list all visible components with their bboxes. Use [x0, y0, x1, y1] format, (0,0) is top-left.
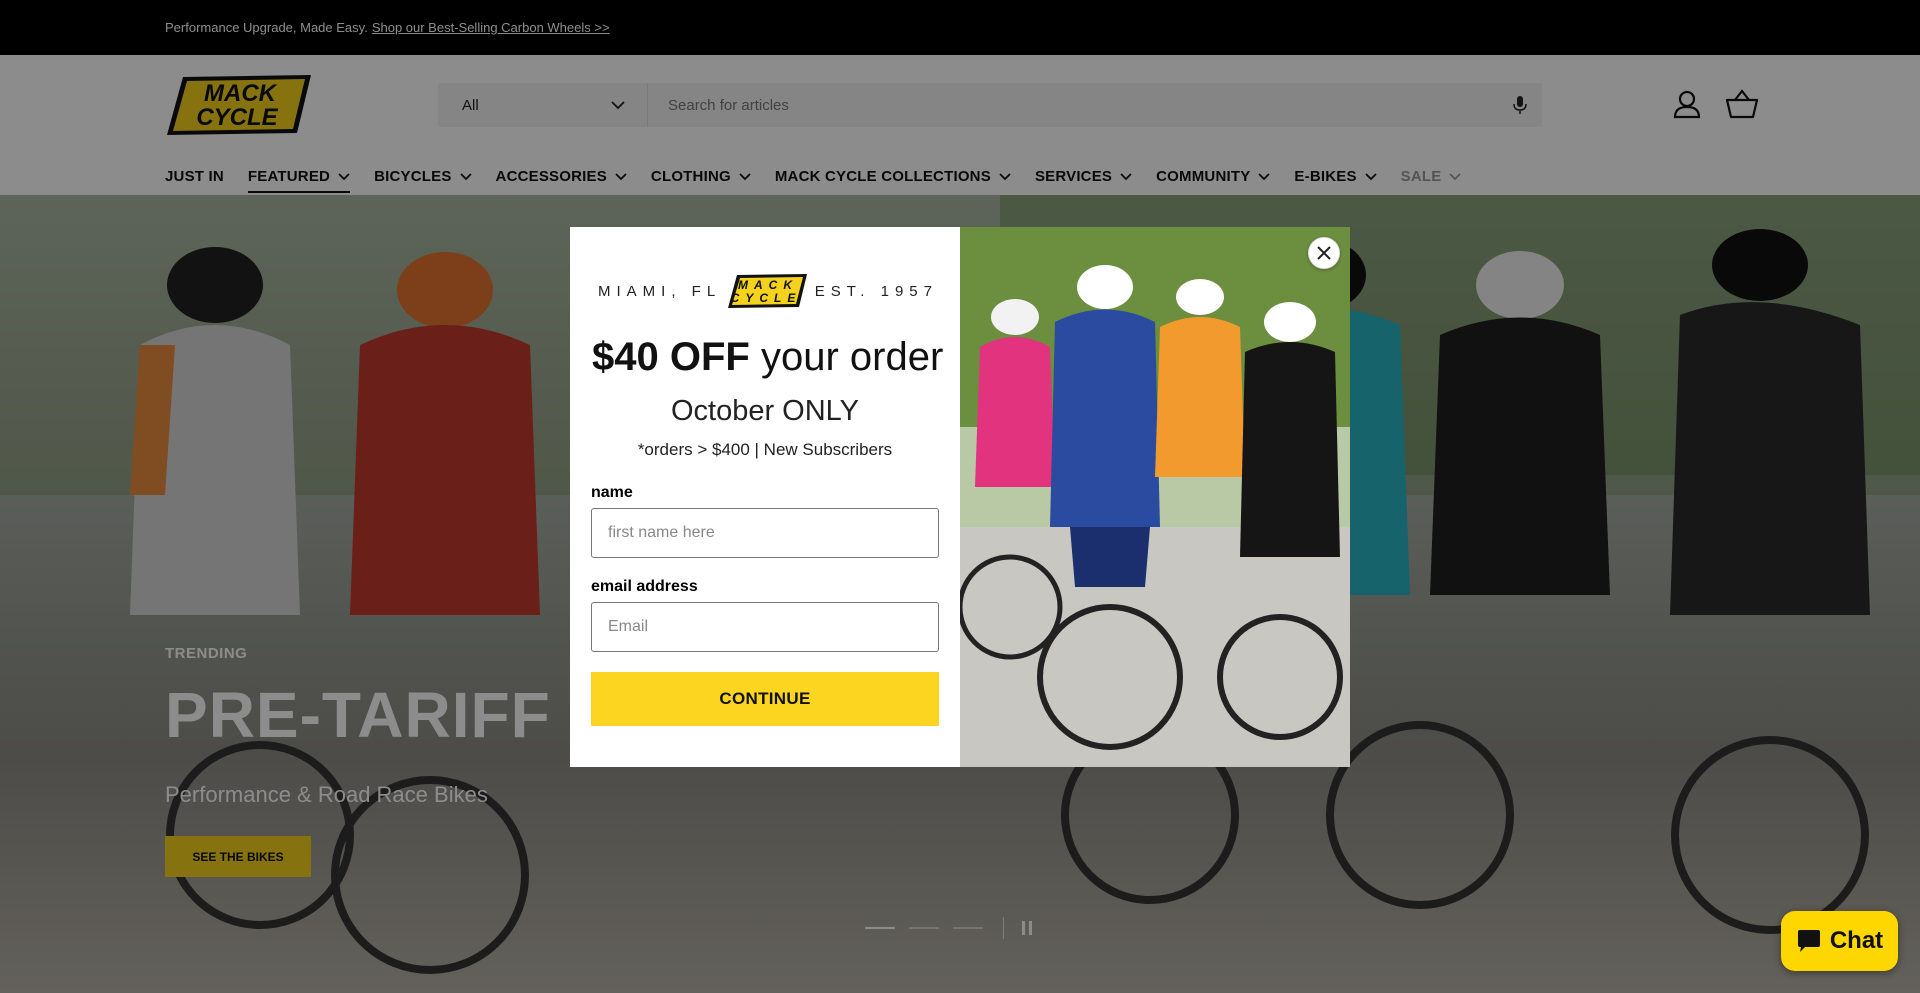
name-field[interactable] [591, 508, 939, 558]
brand-location: MIAMI, FL [598, 282, 722, 300]
chat-label: Chat [1829, 927, 1884, 954]
offer-terms: *orders > $400 | New Subscribers [637, 440, 893, 459]
modal-photo [960, 227, 1350, 767]
email-label: email address [591, 578, 698, 595]
close-modal-button[interactable] [1308, 237, 1340, 269]
close-icon [1317, 246, 1331, 260]
svg-text:CYCLE: CYCLE [731, 291, 802, 305]
modal-brand-line: MIAMI, FL MACK CYCLE EST. 1957 [598, 273, 938, 309]
offer-month: October ONLY [670, 395, 860, 427]
svg-text:MACK: MACK [738, 278, 798, 292]
signup-modal: MIAMI, FL MACK CYCLE EST. 1957 $40 OFF y… [570, 227, 1350, 767]
offer-text: your order [749, 335, 944, 379]
continue-button[interactable]: CONTINUE [591, 672, 939, 726]
chat-button[interactable]: Chat [1781, 911, 1898, 971]
offer-headline: $40 OFF your order [592, 335, 943, 380]
signup-form-panel: MIAMI, FL MACK CYCLE EST. 1957 $40 OFF y… [570, 227, 960, 767]
brand-established: EST. 1957 [814, 282, 938, 300]
offer-amount: $40 OFF [592, 335, 750, 379]
email-field[interactable] [591, 602, 939, 652]
modal-logo: MACK CYCLE [727, 274, 807, 308]
name-label: name [591, 484, 633, 501]
cyclists-photo [960, 227, 1350, 767]
chat-bubble-icon [1797, 930, 1820, 952]
